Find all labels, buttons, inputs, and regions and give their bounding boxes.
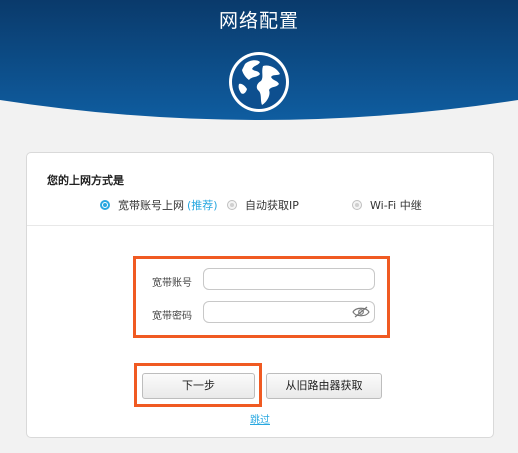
credentials-highlight-box [133,256,390,338]
page-title: 网络配置 [218,10,299,32]
recommended-tag: (推荐) [187,199,218,212]
option-pppoe[interactable]: 宽带账号上网 (推荐) [100,197,218,213]
radio-unselected-icon[interactable] [352,200,362,210]
fetch-from-old-router-button[interactable]: 从旧路由器获取 [266,373,382,399]
network-config-page: 网络配置 您的上网方式是 宽带账号上网 (推荐) 自动获取IP Wi-Fi 中继… [0,0,518,453]
header-banner: 网络配置 [0,0,518,125]
next-highlight-box [134,363,262,407]
globe-icon [229,52,289,112]
option-wifi-relay-label: Wi-Fi 中继 [370,199,422,212]
option-wifi-relay[interactable]: Wi-Fi 中继 [352,197,422,213]
divider [27,225,493,226]
option-dhcp[interactable]: 自动获取IP [227,197,299,213]
option-pppoe-label: 宽带账号上网 [118,199,184,212]
skip-link[interactable]: 跳过 [240,411,280,426]
radio-selected-icon[interactable] [100,200,110,210]
question-title: 您的上网方式是 [47,174,124,187]
option-dhcp-label: 自动获取IP [245,199,299,212]
radio-unselected-icon[interactable] [227,200,237,210]
